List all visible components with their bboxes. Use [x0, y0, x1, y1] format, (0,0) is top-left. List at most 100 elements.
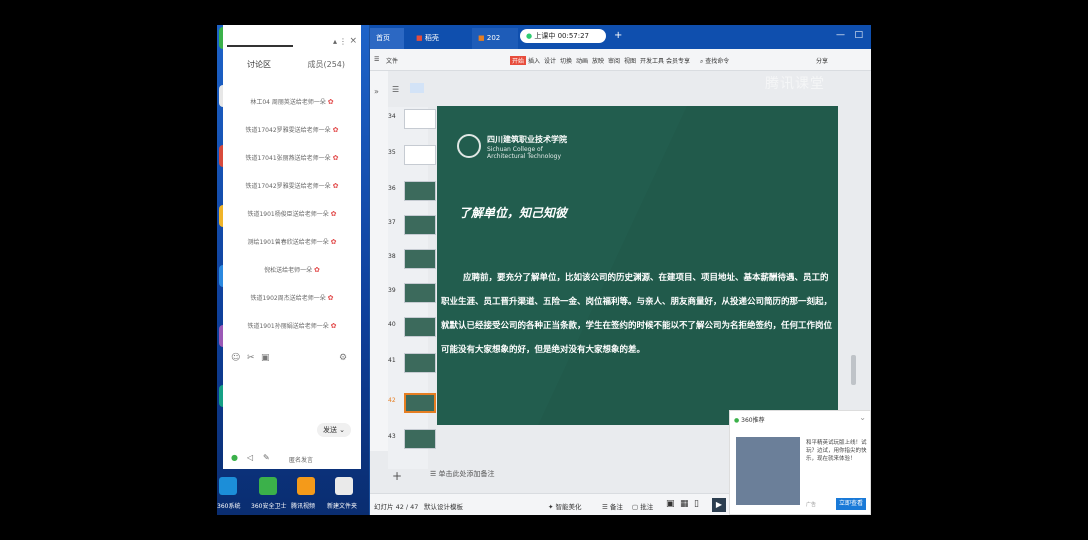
comments-label: 批注	[640, 503, 654, 511]
notes-placeholder: 单击此处添加备注	[438, 470, 495, 478]
tab-document[interactable]: ■ 202	[472, 28, 518, 49]
notes-button[interactable]: ☰ 备注	[602, 501, 623, 511]
chat-title[interactable]: 讨论区	[247, 59, 271, 70]
ribbon-share[interactable]: 分享	[816, 56, 828, 65]
chat-panel: ▴ ⋮ × 讨论区 成员(254) 林工04 周丽英送给老师一朵 ✿ 铁道170…	[223, 25, 361, 469]
slide-thumbnail[interactable]	[404, 283, 436, 303]
taskbar-label: 360安全卫士	[251, 503, 287, 510]
scrollbar[interactable]	[851, 355, 856, 385]
flower-icon: ✿	[330, 322, 337, 330]
ribbon-insert[interactable]: 插入	[528, 56, 540, 65]
slide-body: 应聘前，要充分了解单位，比如该公司的历史渊源、在建项目、项目地址、基本薪酬待遇、…	[441, 273, 833, 355]
slide-thumbnail[interactable]	[404, 317, 436, 337]
chat-message: 铁道17041张丽燕送给老师一朵 ✿	[223, 153, 361, 162]
ribbon-member[interactable]: 会员专享	[666, 56, 690, 65]
chat-message-text: 铁道17041张丽燕送给老师一朵	[245, 155, 331, 162]
mic-icon[interactable]: ●	[231, 453, 238, 462]
ribbon-animation[interactable]: 动画	[576, 56, 588, 65]
slide-thumbnail[interactable]	[404, 145, 436, 165]
flower-icon: ✿	[327, 294, 334, 302]
school-name: 四川建筑职业技术学院	[487, 135, 567, 144]
slide-thumbnail[interactable]	[404, 181, 436, 201]
new-tab-icon[interactable]: +	[614, 30, 622, 41]
ad-image[interactable]	[736, 437, 800, 505]
ribbon-transition[interactable]: 切换	[560, 56, 572, 65]
normal-view-icon[interactable]: ▣	[666, 499, 675, 509]
view-now-button[interactable]: 立即查看	[836, 498, 866, 510]
collapse-icon[interactable]: »	[374, 87, 379, 96]
chat-message: 测绘1901曾春欣送给老师一朵 ✿	[223, 237, 361, 246]
thumb-number: 36	[388, 185, 396, 192]
send-button-label: 发送	[322, 426, 337, 434]
ribbon-search[interactable]: ⌕ 查找命令	[700, 56, 729, 66]
add-slide-icon[interactable]: +	[392, 469, 402, 483]
thumb-number: 37	[388, 219, 396, 226]
reading-view-icon[interactable]: ▯	[694, 499, 699, 509]
desktop: 360系统 360安全卫士 腾讯视频 新建文件夹 ▴ ⋮ × 讨论区 成员(25…	[217, 25, 369, 515]
anonymous-status: 匿名发言	[289, 457, 314, 464]
scissors-icon[interactable]: ✂	[247, 353, 255, 363]
ribbon-review[interactable]: 审阅	[608, 56, 620, 65]
thumbnail-view-icon[interactable]	[410, 83, 424, 93]
taskbar-app-icon[interactable]	[219, 477, 237, 495]
ribbon-slideshow[interactable]: 放映	[592, 56, 604, 65]
chat-input[interactable]	[227, 367, 357, 417]
menu-icon[interactable]: ⋮	[339, 37, 347, 46]
outline-icon[interactable]: ☰	[392, 85, 399, 94]
chat-message: 铁道17042罗雅雯送给老师一朵 ✿	[223, 125, 361, 134]
tab-home[interactable]: 首页	[370, 28, 404, 49]
ribbon-search-label: 查找命令	[705, 58, 730, 65]
tab-docer-label: 稻壳	[424, 34, 439, 42]
notes-label: 备注	[609, 503, 623, 511]
chat-message-text: 铁道1901孙丽娟送给老师一朵	[247, 323, 329, 330]
thumb-number: 34	[388, 113, 396, 120]
maximize-icon[interactable]: □	[854, 30, 863, 40]
beautify-label: 智能美化	[555, 503, 582, 511]
tab-docer[interactable]: ■ 稻壳	[410, 28, 466, 49]
speaker-icon[interactable]: ◁	[247, 453, 253, 462]
ribbon-devtools[interactable]: 开发工具	[640, 56, 664, 65]
taskbar-app-icon[interactable]	[335, 477, 353, 495]
image-icon[interactable]: ▣	[261, 353, 270, 363]
ad-label: 广告	[806, 502, 817, 508]
beautify-button[interactable]: ✦ 智能美化	[548, 501, 582, 511]
chat-message-text: 铁道1901杨俊臣送给老师一朵	[247, 211, 329, 218]
slide-thumbnail[interactable]	[404, 109, 436, 129]
slide-thumbnail-selected[interactable]	[404, 393, 436, 413]
class-timer-label: 上课中 00:57:27	[534, 32, 590, 40]
chat-header: ▴ ⋮ ×	[223, 25, 361, 49]
ad-text[interactable]: 和平精英试玩版上线！试玩？边试，用你指尖的快乐，现在就来体验！	[806, 439, 870, 463]
notes-field[interactable]: ☰ 单击此处添加备注	[430, 469, 495, 479]
close-icon[interactable]: ×	[349, 36, 357, 46]
pin-icon[interactable]: ▴	[333, 37, 337, 46]
ribbon-file[interactable]: 文件	[386, 56, 398, 65]
chat-members-tab[interactable]: 成员(254)	[307, 59, 345, 70]
screen: 360系统 360安全卫士 腾讯视频 新建文件夹 ▴ ⋮ × 讨论区 成员(25…	[217, 25, 871, 515]
slide-thumbnail[interactable]	[404, 429, 436, 449]
close-icon[interactable]: ⌄	[859, 413, 866, 422]
grid-view-icon[interactable]: ▦	[680, 499, 689, 509]
emoji-icon[interactable]: ☺	[231, 353, 240, 363]
play-icon[interactable]: ▶	[712, 498, 726, 512]
taskbar-app-icon[interactable]	[259, 477, 277, 495]
progress-bar	[227, 45, 293, 47]
slide-thumbnail[interactable]	[404, 353, 436, 373]
slide-thumbnail[interactable]	[404, 249, 436, 269]
taskbar-app-icon[interactable]	[297, 477, 315, 495]
slide-thumbnail[interactable]	[404, 215, 436, 235]
minimize-icon[interactable]: —	[836, 30, 845, 40]
ribbon-view[interactable]: 视图	[624, 56, 636, 65]
taskbar-label: 新建文件夹	[327, 503, 358, 510]
menu-icon[interactable]: ☰	[374, 56, 379, 63]
thumb-number: 40	[388, 321, 396, 328]
comments-button[interactable]: ▢ 批注	[632, 501, 653, 511]
ribbon-design[interactable]: 设计	[544, 56, 556, 65]
chat-message-text: 铁道1902周杰送给老师一朵	[250, 295, 326, 302]
ribbon-start[interactable]: 开始	[510, 56, 527, 65]
settings-icon[interactable]: ⚙	[339, 353, 347, 363]
send-button[interactable]: 发送 ⌄	[317, 423, 351, 437]
pen-icon[interactable]: ✎	[263, 453, 270, 462]
template-name[interactable]: 默认设计模板	[424, 501, 463, 511]
flower-icon: ✿	[332, 126, 339, 134]
left-collapse-bar: »	[370, 71, 388, 451]
